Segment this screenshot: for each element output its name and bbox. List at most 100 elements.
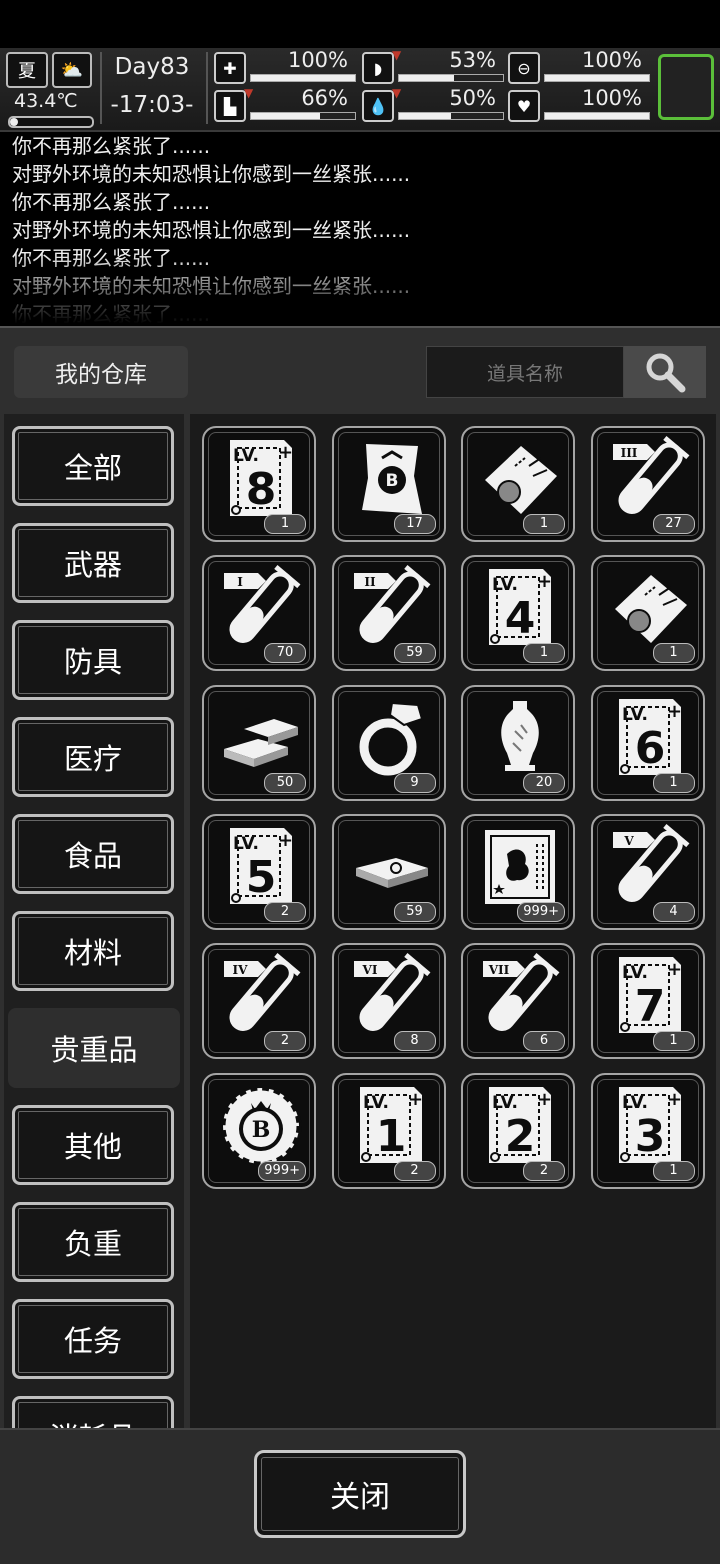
svg-text:I: I: [237, 575, 243, 589]
status-hud: 夏 ⛅ 43.4℃ Day83 -17:03- ✚ 100% ◗ ▼ 53% ⊖ 100% ▙…: [0, 48, 720, 132]
item-count-badge: 1: [523, 643, 565, 664]
test-tube-icon: II: [353, 565, 430, 644]
svg-text:7: 7: [634, 981, 665, 1032]
item-count-badge: 1: [652, 772, 695, 793]
stat-bar-fill: [399, 113, 451, 119]
stamina-icon: ⊖: [508, 52, 540, 84]
category-tab[interactable]: 材料: [12, 911, 174, 991]
category-tab[interactable]: 食品: [12, 814, 174, 894]
category-tab[interactable]: 负重: [12, 1202, 174, 1282]
svg-text:+: +: [667, 959, 682, 980]
heart-icon: ♥: [508, 90, 540, 122]
item-slot[interactable]: III 27: [590, 426, 705, 542]
category-tab[interactable]: 贵重品: [8, 1008, 180, 1088]
item-slot[interactable]: B 999+: [202, 1072, 316, 1189]
category-tab[interactable]: 消耗品: [12, 1396, 174, 1428]
svg-text:IV: IV: [233, 963, 249, 977]
item-slot[interactable]: II 59: [331, 555, 446, 672]
svg-text:8: 8: [246, 464, 277, 515]
item-slot[interactable]: I 70: [202, 555, 316, 672]
search-input[interactable]: 道具名称: [426, 346, 624, 398]
svg-text:1: 1: [375, 1111, 406, 1162]
item-slot[interactable]: LV. +5 2: [202, 813, 316, 930]
svg-text:3: 3: [634, 1111, 665, 1162]
item-slot[interactable]: 20: [461, 684, 575, 801]
stat-value: 100%: [581, 86, 642, 110]
stat-value: 66%: [301, 86, 348, 110]
down-arrow-icon: ▼: [392, 48, 402, 62]
category-tab[interactable]: 医疗: [12, 717, 174, 797]
item-count-badge: 9: [393, 772, 436, 793]
cash-stack-icon: [355, 857, 428, 888]
item-count-badge: 70: [264, 643, 306, 664]
test-tube-icon: VI: [353, 953, 430, 1032]
stat-bar-fill: [545, 75, 649, 81]
water-drop-icon: 💧: [362, 90, 394, 122]
divider: [206, 52, 208, 124]
test-tube-icon: V: [612, 823, 689, 902]
log-line: 对野外环境的未知恐惧让你感到一丝紧张......: [12, 218, 411, 242]
item-slot[interactable]: 999+: [461, 813, 575, 930]
test-tube-icon: I: [224, 565, 301, 644]
stat-bar-fill: [545, 113, 649, 119]
item-count-badge: 1: [264, 514, 306, 534]
search-button[interactable]: [624, 346, 706, 398]
svg-text:+: +: [667, 1089, 682, 1110]
stomach-icon: ◗: [362, 52, 394, 84]
stat-bar: [398, 112, 504, 120]
svg-text:+: +: [537, 571, 552, 592]
day-counter: Day83: [114, 54, 190, 80]
item-slot[interactable]: LV. +4 1: [461, 555, 575, 672]
stat-bar-fill: [251, 75, 355, 81]
category-sidebar[interactable]: 全部武器防具医疗食品材料贵重品其他负重任务消耗品: [4, 414, 184, 1428]
temperature-fill: [10, 118, 19, 126]
item-slot[interactable]: LV. +2 2: [461, 1072, 575, 1189]
item-count-badge: 4: [652, 901, 695, 922]
close-button[interactable]: 关闭: [254, 1450, 466, 1538]
log-line: 你不再那么紧张了......: [12, 134, 211, 158]
item-slot[interactable]: 1: [461, 426, 575, 542]
item-slot[interactable]: B 17: [331, 426, 446, 542]
category-tab[interactable]: 武器: [12, 523, 174, 603]
category-tab[interactable]: 任务: [12, 1299, 174, 1379]
item-count-badge: 59: [393, 643, 436, 664]
test-tube-icon: III: [612, 436, 689, 514]
item-slot[interactable]: IV 2: [202, 943, 316, 1060]
category-tab[interactable]: 其他: [12, 1105, 174, 1185]
item-slot[interactable]: 59: [331, 813, 446, 930]
level-book-icon: LV. +3: [618, 1086, 682, 1163]
item-count-badge: 1: [523, 514, 565, 534]
item-slot[interactable]: LV. +8 1: [202, 426, 316, 542]
item-count-badge: 59: [393, 901, 436, 922]
svg-text:VI: VI: [361, 963, 377, 977]
svg-text:LV.: LV.: [492, 575, 518, 595]
warehouse-title: 我的仓库: [14, 346, 188, 398]
svg-text:+: +: [667, 701, 682, 722]
category-tab[interactable]: 全部: [12, 426, 174, 506]
stat-water-drop: 💧 ▼ 50%: [362, 86, 504, 124]
item-slot[interactable]: LV. +1 2: [331, 1072, 446, 1189]
item-count-badge: 1: [652, 643, 695, 664]
level-book-icon: LV. +2: [489, 1086, 552, 1163]
svg-text:LV.: LV.: [363, 1093, 389, 1113]
item-slot[interactable]: LV. +3 1: [590, 1072, 705, 1189]
item-slot[interactable]: 1: [590, 555, 705, 672]
item-slot[interactable]: V4: [590, 813, 705, 930]
down-arrow-icon: ▼: [244, 86, 254, 100]
equipped-slot[interactable]: [658, 54, 714, 120]
item-slot[interactable]: 9: [331, 684, 446, 801]
item-slot[interactable]: VII 6: [461, 943, 575, 1060]
item-slot[interactable]: 50: [202, 684, 316, 801]
log-line: 你不再那么紧张了......: [12, 302, 211, 324]
category-tab[interactable]: 防具: [12, 620, 174, 700]
search-icon: [646, 353, 686, 393]
item-count-badge: 2: [523, 1160, 565, 1181]
sun-cloud-icon: ⛅: [52, 52, 92, 88]
item-grid: LV. +8 1 B 17 1 III 27 I 70 II 59 LV. +4 1 1 50 9 20 LV. +6 1…: [190, 414, 716, 1428]
svg-text:+: +: [278, 830, 293, 851]
item-count-badge: 1: [652, 1031, 695, 1052]
item-slot[interactable]: VI 8: [331, 943, 446, 1060]
season-label: 夏: [18, 61, 36, 82]
item-slot[interactable]: LV. +7 1: [590, 943, 705, 1060]
item-slot[interactable]: LV. +6 1: [590, 684, 705, 801]
